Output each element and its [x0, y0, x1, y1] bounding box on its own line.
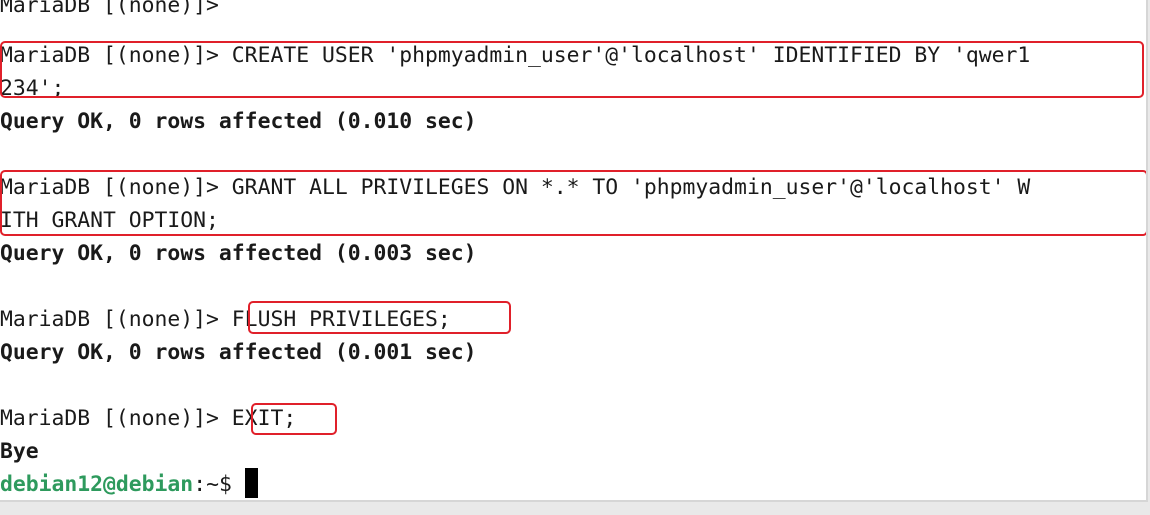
terminal-line-query-ok: Query OK, 0 rows affected (0.010 sec)	[0, 109, 477, 134]
terminal-line-query-ok: Query OK, 0 rows affected (0.001 sec)	[0, 340, 477, 365]
terminal-line-create-user-cont: 234';	[0, 76, 65, 101]
terminal-line-bye: Bye	[0, 439, 39, 464]
terminal-line-prompt: MariaDB [(none)]>	[0, 0, 219, 18]
terminal-line-grant: MariaDB [(none)]> GRANT ALL PRIVILEGES O…	[0, 175, 1031, 200]
shell-prompt-path: :~$	[193, 472, 245, 497]
terminal-line-create-user: MariaDB [(none)]> CREATE USER 'phpmyadmi…	[0, 43, 1031, 68]
terminal-window[interactable]: MariaDB [(none)]> MariaDB [(none)]> CREA…	[0, 0, 1148, 502]
shell-prompt-user: debian12@debian	[0, 472, 194, 497]
terminal-line-query-ok: Query OK, 0 rows affected (0.003 sec)	[0, 241, 477, 266]
terminal-line-flush: MariaDB [(none)]> FLUSH PRIVILEGES;	[0, 307, 451, 332]
text-cursor	[244, 468, 258, 498]
shell-prompt-line[interactable]: debian12@debian:~$	[0, 468, 258, 500]
terminal-line-grant-cont: ITH GRANT OPTION;	[0, 208, 219, 233]
terminal-line-exit: MariaDB [(none)]> EXIT;	[0, 406, 297, 431]
